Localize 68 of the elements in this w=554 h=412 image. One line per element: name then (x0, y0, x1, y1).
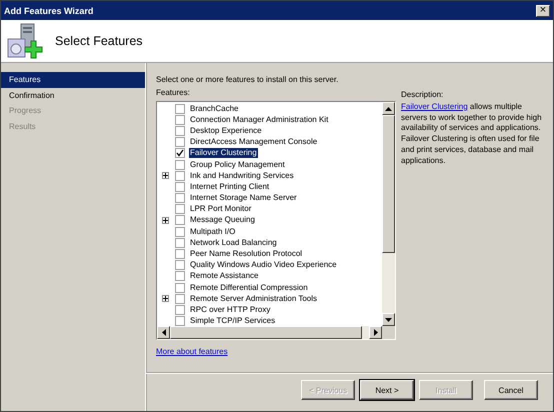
description-label: Description: (401, 90, 444, 101)
feature-label[interactable]: DirectAccess Management Console (189, 137, 318, 148)
scroll-down-button[interactable] (382, 313, 395, 326)
down-arrow-icon (385, 318, 392, 322)
scroll-right-button[interactable] (369, 326, 382, 339)
checkbox[interactable] (175, 215, 185, 226)
feature-label[interactable]: Connection Manager Administration Kit (189, 114, 330, 125)
more-link[interactable]: More about features (156, 347, 228, 356)
feature-label[interactable]: Remote Assistance (189, 271, 260, 282)
instruction-text: Select one or more features to install on this server. (156, 75, 340, 84)
expand-icon[interactable] (162, 172, 169, 180)
close-button[interactable]: × (536, 4, 550, 16)
checkbox[interactable] (175, 148, 185, 158)
right-arrow-icon (374, 329, 378, 336)
checkbox[interactable] (175, 316, 185, 326)
feature-label[interactable]: Remote Server Administration Tools (189, 294, 318, 304)
checkbox[interactable] (175, 137, 185, 148)
list-label: Features: (156, 88, 191, 97)
wizard-button[interactable]: Next > (360, 380, 414, 400)
scroll-left-button[interactable] (157, 326, 170, 339)
feature-label[interactable]: Failover Clustering (189, 148, 258, 158)
expand-icon[interactable] (162, 295, 169, 302)
feature-label[interactable]: Message Queuing (189, 215, 256, 226)
page-heading: Select Features (55, 34, 143, 48)
wizard-icon (7, 23, 43, 59)
checkbox[interactable] (175, 271, 185, 282)
feature-label[interactable]: Multipath I/O (189, 226, 236, 237)
feature-label[interactable]: Network Load Balancing (189, 238, 278, 248)
feature-label[interactable]: Remote Differential Compression (189, 282, 309, 293)
feature-link[interactable]: Failover Clustering (401, 102, 468, 111)
checkbox[interactable] (175, 204, 185, 214)
checkbox[interactable] (175, 249, 185, 260)
checkbox[interactable] (175, 226, 185, 237)
up-arrow-icon (385, 106, 392, 110)
feature-label[interactable]: RPC over HTTP Proxy (189, 304, 272, 315)
window-title: Add Features Wizard (4, 6, 94, 16)
feature-label[interactable]: Simple TCP/IP Services (189, 316, 276, 326)
feature-label[interactable]: Desktop Experience (189, 126, 263, 136)
checkbox[interactable] (175, 238, 185, 248)
checkbox[interactable] (175, 282, 185, 293)
checkbox[interactable] (175, 104, 185, 114)
feature-label[interactable]: BranchCache (189, 104, 240, 114)
wizard-button[interactable]: Cancel (484, 380, 538, 400)
left-arrow-icon (162, 329, 166, 336)
feature-label[interactable]: Quality Windows Audio Video Experience (189, 260, 338, 270)
feature-label[interactable]: LPR Port Monitor (189, 204, 252, 214)
scrollbar-corner (382, 326, 395, 339)
checkbox[interactable] (175, 294, 185, 304)
vertical-scrollbar[interactable] (382, 102, 395, 326)
nav-item[interactable]: Features (1, 72, 145, 88)
description-text: Failover Clustering allows multiple servers to work together to provide high availability of services and applications. Failover Clustering is often used for file and print services, database and mail applications. (401, 102, 543, 167)
feature-label[interactable]: Internet Printing Client (189, 182, 270, 192)
checkbox[interactable] (175, 260, 185, 270)
checkbox[interactable] (175, 193, 185, 204)
checkbox[interactable] (175, 160, 185, 170)
checkbox[interactable] (175, 114, 185, 125)
checkbox[interactable] (175, 126, 185, 136)
checkbox[interactable] (175, 170, 185, 181)
checkbox[interactable] (175, 304, 185, 315)
feature-label[interactable]: Group Policy Management (189, 160, 286, 170)
feature-label[interactable]: Peer Name Resolution Protocol (189, 249, 304, 260)
expand-icon[interactable] (162, 216, 169, 224)
scroll-up-button[interactable] (382, 102, 395, 115)
feature-label[interactable]: Internet Storage Name Server (189, 193, 298, 204)
feature-label[interactable]: Ink and Handwriting Services (189, 170, 295, 181)
scrollbar-thumb[interactable] (382, 115, 395, 253)
nav-item[interactable]: Confirmation (1, 88, 145, 103)
checkbox[interactable] (175, 182, 185, 192)
